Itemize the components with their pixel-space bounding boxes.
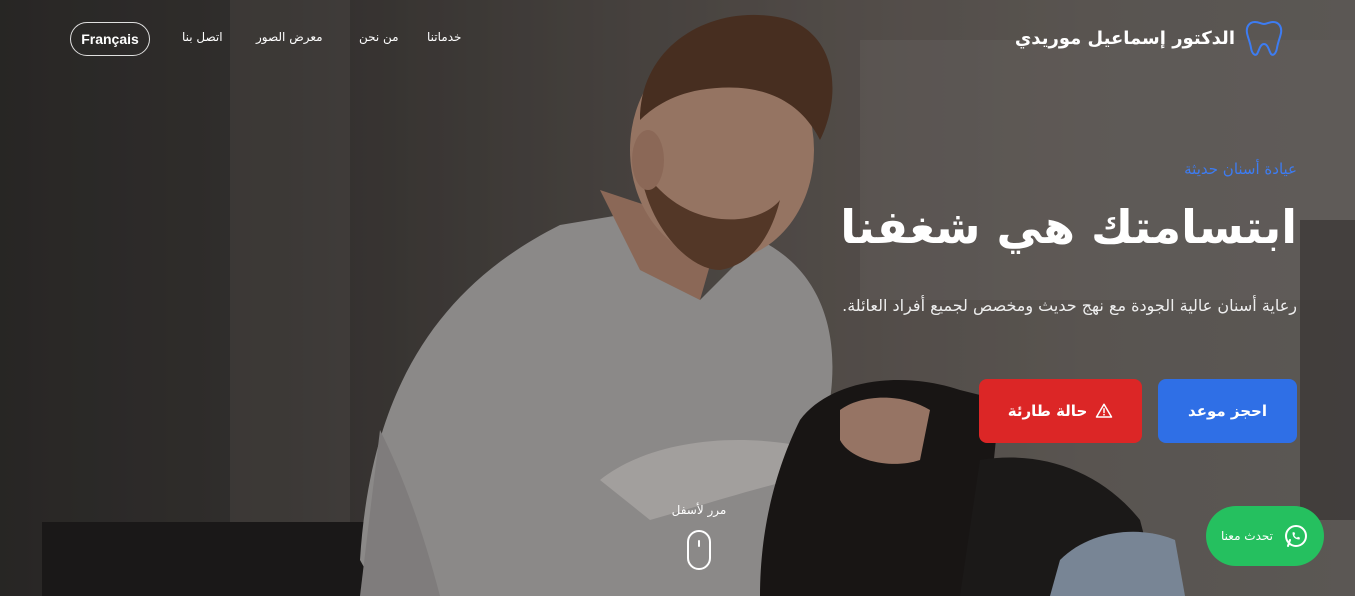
whatsapp-chat-button[interactable]: تحدث معنا: [1206, 506, 1324, 566]
site-header: Français اتصل بنا معرض الصور من نحن خدما…: [0, 0, 1355, 78]
whatsapp-label: تحدث معنا: [1221, 529, 1273, 543]
mouse-wheel: [698, 540, 700, 547]
warning-triangle-icon: [1096, 403, 1113, 418]
nav-link-gallery[interactable]: معرض الصور: [256, 30, 323, 48]
hero-headline: ابتسامتك هي شغفنا: [840, 200, 1297, 254]
scroll-mouse-icon[interactable]: [687, 530, 711, 570]
emergency-button[interactable]: حالة طارئة: [979, 379, 1142, 443]
language-switch-button[interactable]: Français: [70, 22, 150, 56]
scroll-down-label: مرر لأسفل: [671, 503, 727, 517]
book-appointment-label: احجز موعد: [1188, 402, 1267, 420]
nav-link-contact[interactable]: اتصل بنا: [182, 30, 223, 48]
brand-name: الدكتور إسماعيل موريدي: [1014, 27, 1235, 49]
book-appointment-button[interactable]: احجز موعد: [1158, 379, 1297, 443]
nav-link-about[interactable]: من نحن: [359, 30, 399, 48]
whatsapp-icon: [1285, 525, 1307, 547]
nav-link-services[interactable]: خدماتنا: [427, 30, 461, 48]
brand-logo[interactable]: الدكتور إسماعيل موريدي: [1015, 16, 1287, 60]
hero-subtitle: رعاية أسنان عالية الجودة مع نهج حديث ومخ…: [842, 296, 1297, 315]
emergency-label: حالة طارئة: [1007, 402, 1088, 420]
hero-tagline: عيادة أسنان حديثة: [1184, 160, 1297, 178]
tooth-icon: [1245, 20, 1283, 56]
